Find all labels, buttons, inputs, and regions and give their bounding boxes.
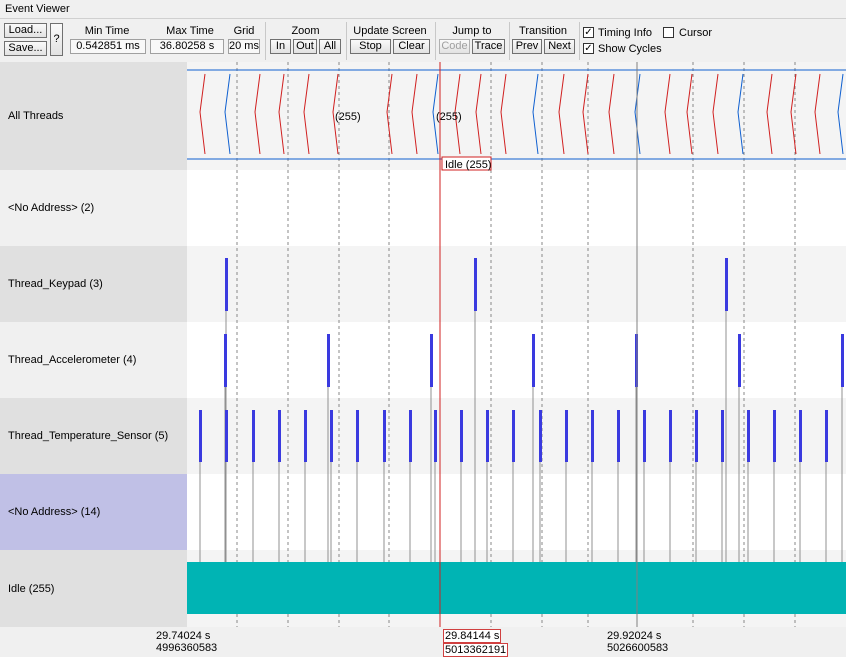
jump-code-button[interactable]: Code [439,39,470,54]
max-time-label: Max Time [166,25,214,37]
hover-tag: Idle (255) [445,159,491,171]
row-background [187,62,846,170]
axis-cursor-cycles: 5013362191 [443,643,509,657]
zoom-out-button[interactable]: Out [293,39,317,54]
row-label-thread-keypad[interactable]: Thread_Keypad (3) [0,246,187,322]
clear-button[interactable]: Clear [393,39,430,54]
toolbar: Load... Save... ? Min Time 0.542851 ms M… [0,19,846,61]
accelerometer-run-bar [738,334,741,387]
keypad-run-bar [474,258,477,311]
temperature-run-bar [304,410,307,462]
axis-left-cycles: 4996360583 [156,642,218,654]
temperature-run-bar [252,410,255,462]
row-background [187,322,846,398]
axis-cursor-time: 29.84144 s [443,629,502,643]
accelerometer-run-bar [841,334,844,387]
jump-trace-button[interactable]: Trace [472,39,505,54]
row-label-no-address-14[interactable]: <No Address> (14) [0,474,187,550]
temperature-run-bar [278,410,281,462]
stop-button[interactable]: Stop [350,39,391,54]
time-axis: 29.74024 s 4996360583 29.84144 s 5013362… [0,627,846,657]
temperature-run-bar [356,410,359,462]
help-button[interactable]: ? [50,23,63,56]
options-group [579,22,580,60]
zoom-in-button[interactable]: In [270,39,291,54]
row-background [187,170,846,246]
temperature-run-bar [486,410,489,462]
temperature-run-bar [643,410,646,462]
jump-to-label: Jump to [452,25,492,37]
update-group [346,22,347,60]
temperature-run-bar [434,410,437,462]
grid-label: Grid [233,25,255,37]
axis-right-cycles: 5026600583 [607,642,669,654]
axis-right-time: 29.92024 s [607,630,662,642]
row-label-idle[interactable]: Idle (255) [0,550,187,627]
jump-group [435,22,436,60]
row-label-all-threads[interactable]: All Threads [0,62,187,170]
row-label-no-address-2[interactable]: <No Address> (2) [0,170,187,246]
temperature-run-bar [199,410,202,462]
next-transition-button[interactable]: Next [544,39,575,54]
row-label-column: All Threads <No Address> (2) Thread_Keyp… [0,62,187,627]
timing-info-label: Timing Info [598,27,653,39]
zoom-group [265,22,266,60]
temperature-run-bar [591,410,594,462]
cursor-label: Cursor [679,27,713,39]
row-label-thread-accelerometer[interactable]: Thread_Accelerometer (4) [0,322,187,398]
temperature-run-bar [773,410,776,462]
axis-left-time: 29.74024 s [156,630,211,642]
temperature-run-bar [512,410,515,462]
accelerometer-run-bar [224,334,227,387]
prev-transition-button[interactable]: Prev [512,39,542,54]
cursor-checkbox[interactable] [663,27,674,38]
window-title: Event Viewer [0,0,846,19]
min-time-label: Min Time [84,25,130,37]
temperature-run-bar [383,410,386,462]
load-button[interactable]: Load... [4,23,47,38]
idle-bar [187,562,846,614]
timeline-plot[interactable]: (255) (255) Idle (255) [187,62,846,627]
temperature-run-bar [225,410,228,462]
temperature-run-bar [695,410,698,462]
accelerometer-run-bar [532,334,535,387]
temperature-run-bar [460,410,463,462]
temperature-run-bar [669,410,672,462]
show-cycles-checkbox[interactable]: ✓ [583,43,594,54]
zoom-label: Zoom [291,25,320,37]
grid-value: 20 ms [228,39,260,54]
row-background [187,474,846,550]
keypad-run-bar [225,258,228,311]
temperature-run-bar [747,410,750,462]
show-cycles-label: Show Cycles [598,43,662,55]
temperature-run-bar [825,410,828,462]
keypad-run-bar [725,258,728,311]
row-label-thread-temperature-sensor[interactable]: Thread_Temperature_Sensor (5) [0,398,187,474]
temperature-run-bar [721,410,724,462]
transition-label: Transition [519,25,567,37]
temperature-run-bar [617,410,620,462]
transition-group [509,22,510,60]
temperature-run-bar [330,410,333,462]
all-threads-tag: (255) [335,111,361,123]
update-screen-label: Update Screen [353,25,427,37]
temperature-run-bar [799,410,802,462]
accelerometer-run-bar [327,334,330,387]
save-button[interactable]: Save... [4,41,47,56]
max-time-value: 36.80258 s [150,39,224,54]
timing-info-checkbox[interactable]: ✓ [583,27,594,38]
min-time-value: 0.542851 ms [70,39,146,54]
accelerometer-run-bar [430,334,433,387]
zoom-all-button[interactable]: All [319,39,341,54]
row-background [187,246,846,322]
temperature-run-bar [409,410,412,462]
temperature-run-bar [565,410,568,462]
temperature-run-bar [539,410,542,462]
